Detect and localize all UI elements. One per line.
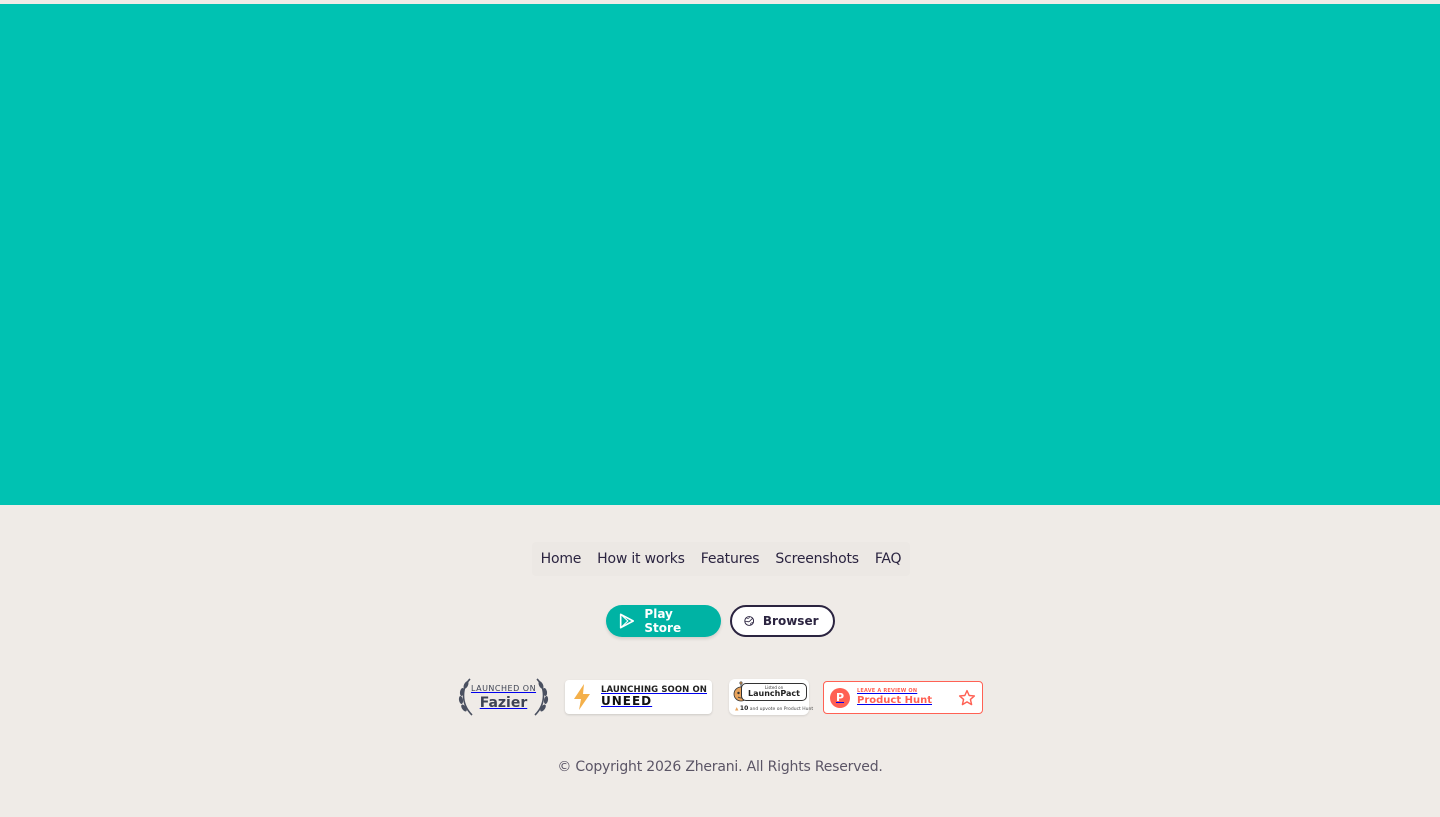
lightning-bolt-icon	[574, 684, 590, 710]
browser-label: Browser	[762, 614, 819, 628]
launchpact-bottom-text: ▲ 10 and upvote on Product Hunt	[735, 705, 813, 712]
launch-badges: LAUNCHED ON Fazier LAUNCHING SOON ON UNE…	[0, 677, 1440, 717]
browser-globe-icon	[743, 616, 754, 626]
launchpact-rocket-icon: ▲	[735, 707, 739, 712]
launchpact-label: Listed on LaunchPact	[741, 683, 807, 701]
nav-link-screenshots[interactable]: Screenshots	[767, 542, 866, 576]
nav-link-home[interactable]: Home	[533, 542, 590, 576]
launchpact-badge[interactable]: Listed on LaunchPact ▲ 10 and upvote on …	[729, 679, 813, 715]
uneed-badge[interactable]: LAUNCHING SOON ON UNEED	[565, 680, 712, 714]
product-hunt-logo-icon: P	[830, 687, 850, 708]
launchpact-name: LaunchPact	[748, 689, 800, 698]
browser-button[interactable]: Browser	[729, 605, 835, 637]
nav-link-how-it-works[interactable]: How it works	[589, 542, 693, 576]
laurel-right-icon	[534, 678, 549, 716]
play-store-label: Play Store	[644, 607, 682, 635]
uneed-name: UNEED	[601, 694, 653, 709]
fazier-top-text: LAUNCHED ON	[470, 683, 537, 693]
copyright-text: © Copyright 2026 Zherani. All Rights Res…	[557, 759, 883, 775]
laurel-left-icon	[458, 678, 473, 716]
fazier-name: Fazier	[479, 694, 528, 711]
nav-link-faq[interactable]: FAQ	[867, 542, 910, 576]
footer-nav: Home How it works Features Screenshots F…	[532, 542, 910, 576]
launchpact-bottom-label: and upvote on Product Hunt	[749, 707, 814, 712]
play-store-icon	[619, 613, 634, 629]
product-hunt-name: Product Hunt	[857, 694, 932, 706]
hero-section	[0, 4, 1440, 505]
download-buttons: Play Store Browser	[0, 605, 1440, 637]
fazier-text: LAUNCHED ON Fazier	[470, 683, 537, 711]
play-store-button[interactable]: Play Store	[605, 605, 721, 637]
launchpact-rank: 10	[739, 705, 749, 712]
fazier-badge[interactable]: LAUNCHED ON Fazier	[456, 677, 551, 717]
product-hunt-badge[interactable]: P LEAVE A REVIEW ON Product Hunt	[823, 681, 983, 714]
star-icon	[958, 689, 976, 705]
site-footer: Home How it works Features Screenshots F…	[0, 505, 1440, 817]
nav-link-features[interactable]: Features	[693, 542, 768, 576]
